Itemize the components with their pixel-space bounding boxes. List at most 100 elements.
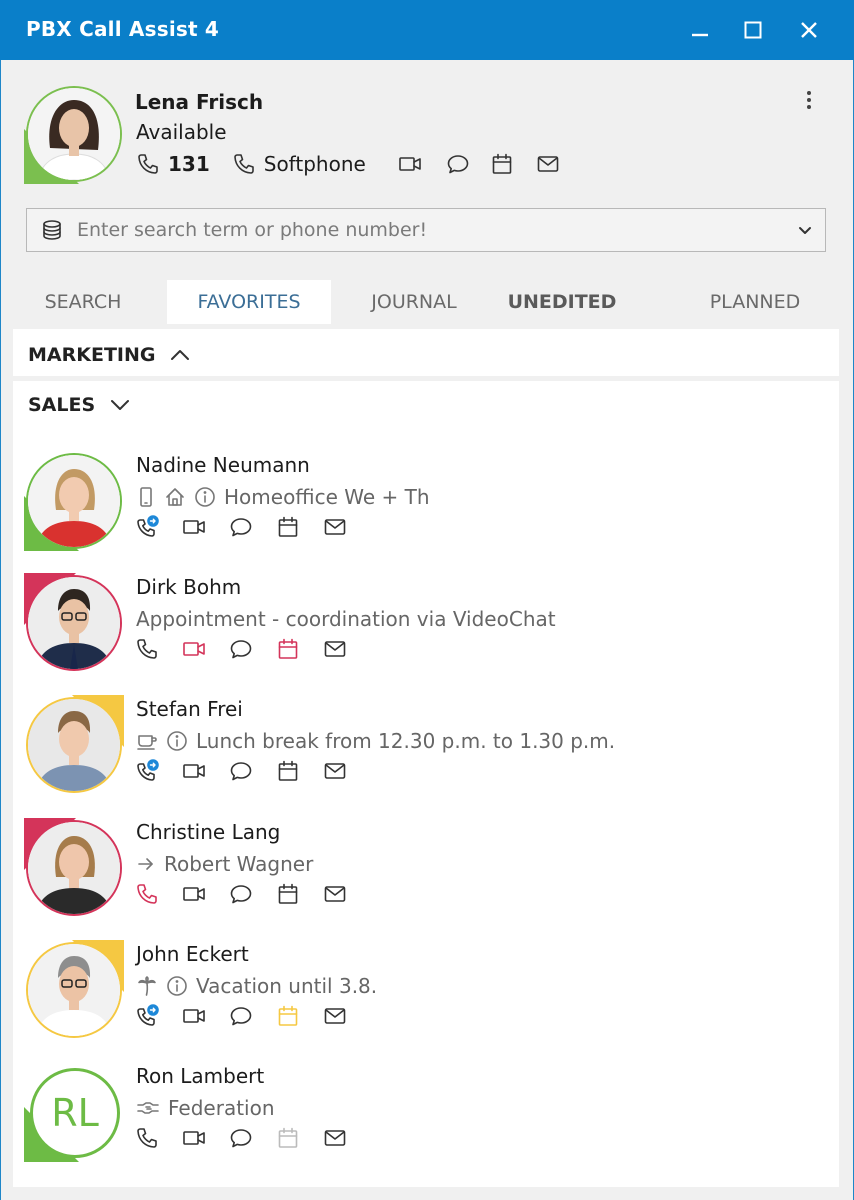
contact-avatar-circle <box>26 697 122 794</box>
calendar-icon[interactable] <box>276 637 300 661</box>
calendar-icon[interactable] <box>490 152 514 176</box>
mail-icon[interactable] <box>536 152 560 176</box>
video-icon[interactable] <box>182 515 206 539</box>
contact-avatar[interactable] <box>24 573 124 673</box>
calendar-icon[interactable] <box>276 1126 300 1150</box>
mobile-icon <box>136 486 156 508</box>
my-avatar[interactable] <box>24 84 124 184</box>
contact-status: Robert Wagner <box>136 852 313 876</box>
arrow-right-icon <box>136 854 156 874</box>
contact-row[interactable]: Christine Lang Robert Wagner <box>13 817 839 928</box>
video-icon[interactable] <box>182 1004 206 1028</box>
mail-icon[interactable] <box>323 759 347 783</box>
calendar-icon[interactable] <box>276 515 300 539</box>
contact-row[interactable]: RL Ron Lambert Federation <box>13 1062 839 1172</box>
contact-avatar[interactable] <box>24 451 124 551</box>
contact-status: Lunch break from 12.30 p.m. to 1.30 p.m. <box>136 729 615 753</box>
group-label: MARKETING <box>28 344 156 366</box>
close-button[interactable] <box>791 12 827 48</box>
favorites-panel: MARKETING SALES Nadine Neumann Homeoffic… <box>13 329 839 1187</box>
phone-icon <box>136 152 160 176</box>
group-marketing[interactable]: MARKETING <box>13 332 839 378</box>
my-device[interactable]: Softphone <box>264 152 366 176</box>
chat-icon[interactable] <box>229 882 253 906</box>
initials-avatar: RL <box>30 1068 120 1158</box>
info-icon <box>194 486 216 508</box>
contact-avatar[interactable]: RL <box>24 1062 124 1162</box>
mail-icon[interactable] <box>323 637 347 661</box>
contact-actions <box>135 759 370 783</box>
phone-icon[interactable] <box>135 882 159 906</box>
group-sales[interactable]: SALES <box>13 382 839 428</box>
contact-avatar[interactable] <box>24 695 124 795</box>
close-icon <box>801 22 817 38</box>
contact-name[interactable]: John Eckert <box>136 942 249 966</box>
my-extension[interactable]: 131 <box>168 152 210 176</box>
chat-icon[interactable] <box>229 637 253 661</box>
contact-avatar[interactable] <box>24 939 124 1040</box>
phone-icon <box>232 152 256 176</box>
video-icon[interactable] <box>398 152 422 176</box>
info-icon <box>166 975 188 997</box>
contact-row[interactable]: Nadine Neumann Homeoffice We + Th <box>13 451 839 561</box>
contact-name[interactable]: Christine Lang <box>136 820 280 844</box>
contact-row[interactable]: Dirk Bohm Appointment - coordination via… <box>13 573 839 683</box>
phone-forward-icon[interactable] <box>135 1003 159 1028</box>
mail-icon[interactable] <box>323 1126 347 1150</box>
contact-row[interactable]: John Eckert Vacation until 3.8. <box>13 939 839 1050</box>
tab-favorites[interactable]: FAVORITES <box>167 280 331 324</box>
my-name: Lena Frisch <box>135 90 264 114</box>
phone-forward-icon[interactable] <box>135 759 159 783</box>
video-icon[interactable] <box>182 637 206 661</box>
database-icon <box>41 219 63 241</box>
mail-icon[interactable] <box>323 882 347 906</box>
my-status[interactable]: Available <box>136 120 227 144</box>
video-icon[interactable] <box>182 1126 206 1150</box>
chevron-up-icon <box>169 348 191 362</box>
contact-avatar[interactable] <box>24 817 124 918</box>
more-menu-button[interactable] <box>800 88 818 112</box>
video-icon[interactable] <box>182 882 206 906</box>
video-icon[interactable] <box>182 759 206 783</box>
calendar-icon[interactable] <box>276 759 300 783</box>
search-input[interactable] <box>77 219 767 241</box>
chat-icon[interactable] <box>229 1126 253 1150</box>
contact-row[interactable]: Stefan Frei Lunch break from 12.30 p.m. … <box>13 695 839 805</box>
mail-icon[interactable] <box>323 1004 347 1028</box>
contact-photo <box>28 577 120 670</box>
contact-photo <box>28 699 120 792</box>
contact-status-text: Appointment - coordination via VideoChat <box>136 607 556 632</box>
contact-name[interactable]: Dirk Bohm <box>136 575 241 599</box>
contact-name[interactable]: Nadine Neumann <box>136 453 310 477</box>
chat-icon[interactable] <box>446 152 470 176</box>
calendar-icon[interactable] <box>276 882 300 906</box>
contact-name[interactable]: Ron Lambert <box>136 1064 264 1088</box>
search-box <box>26 208 826 252</box>
tab-planned[interactable]: PLANNED <box>693 280 817 324</box>
contact-photo <box>28 821 120 914</box>
window-title: PBX Call Assist 4 <box>26 17 220 41</box>
tab-unedited[interactable]: UNEDITED <box>497 280 627 324</box>
my-line-row: 131 Softphone <box>136 150 560 178</box>
contact-avatar-circle <box>26 819 122 916</box>
contact-name[interactable]: Stefan Frei <box>136 697 243 721</box>
mail-icon[interactable] <box>323 515 347 539</box>
tab-search[interactable]: SEARCH <box>23 280 143 324</box>
minimize-button[interactable] <box>682 12 718 48</box>
phone-icon[interactable] <box>135 1126 159 1150</box>
contact-status-text: Robert Wagner <box>164 851 314 876</box>
chat-icon[interactable] <box>229 1004 253 1028</box>
contact-status-text: Federation <box>168 1096 275 1120</box>
calendar-icon[interactable] <box>276 1004 300 1028</box>
chevron-down-icon <box>109 398 131 412</box>
tab-journal[interactable]: JOURNAL <box>351 280 477 324</box>
phone-forward-icon[interactable] <box>135 515 159 539</box>
chat-icon[interactable] <box>229 515 253 539</box>
chat-icon[interactable] <box>229 759 253 783</box>
handshake-icon <box>136 1097 160 1119</box>
contact-status: Appointment - coordination via VideoChat <box>136 607 556 631</box>
maximize-button[interactable] <box>735 12 771 48</box>
chevron-down-icon[interactable] <box>797 222 813 238</box>
phone-icon[interactable] <box>135 637 159 661</box>
contact-avatar-circle <box>26 941 122 1038</box>
